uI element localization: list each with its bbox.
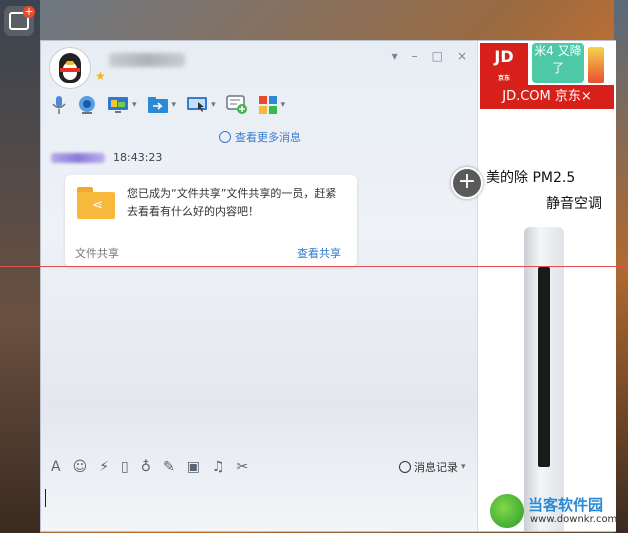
watermark-title: 当客软件园 [528, 496, 604, 514]
ad-subheadline: 静音空调 [546, 196, 602, 212]
card-message: 您已成为“文件共享”文件共享的一员，赶紧去看看有什么好的内容吧！ [127, 187, 337, 218]
add-icon: + [23, 5, 35, 18]
site-logo-icon [490, 494, 524, 528]
font-icon[interactable]: A [51, 459, 61, 475]
voice-message-icon[interactable]: ♁ [141, 459, 151, 475]
message-history-label: 消息记录 [414, 461, 458, 474]
jd-banner-bar: JD.COM 京东× [480, 85, 614, 109]
avatar[interactable] [49, 47, 91, 89]
phone-image [588, 47, 604, 83]
app-launcher-icon[interactable]: + [4, 5, 35, 36]
jd-logo: JD 京东 [480, 43, 528, 85]
message-sender-row: 18:43:23 [51, 151, 162, 164]
file-share-card[interactable]: ⋖ 您已成为“文件共享”文件共享的一员，赶紧去看看有什么好的内容吧！ 文件共享 … [65, 175, 357, 267]
ad-headline: 美的除 PM2.5 [486, 170, 576, 186]
text-cursor [45, 489, 46, 507]
message-input[interactable] [41, 481, 477, 531]
clock-icon [399, 461, 411, 473]
star-icon: ★ [95, 69, 106, 83]
chat-header: ★ ▾ – □ × ▾ ▾ ▾ ▾ [41, 41, 477, 131]
guide-line [0, 266, 628, 267]
mi4-promo: 米4 又降了 [532, 43, 584, 83]
microphone-icon [52, 96, 66, 114]
voice-call-button[interactable] [51, 95, 67, 115]
camera-icon [79, 96, 95, 114]
close-button[interactable]: × [457, 49, 467, 63]
edit-icon[interactable]: ✎ [163, 459, 175, 475]
minimize-button[interactable]: – [412, 49, 418, 63]
air-conditioner-image [524, 227, 564, 531]
chevron-down-icon: ▾ [132, 100, 137, 110]
create-group-button[interactable] [225, 95, 248, 115]
shake-icon[interactable]: ▯ [121, 459, 129, 475]
ad-banner[interactable]: JD 京东 米4 又降了 JD.COM 京东× [478, 41, 616, 121]
video-call-button[interactable] [77, 95, 97, 115]
emoji-icon[interactable]: ☺ [73, 459, 88, 475]
scissors-icon[interactable]: ✂ [237, 459, 249, 475]
file-transfer-button[interactable]: ▾ [147, 96, 177, 114]
apps-button[interactable]: ▾ [258, 95, 286, 115]
clock-icon [219, 131, 231, 143]
chat-area: ★ ▾ – □ × ▾ ▾ ▾ ▾ 查看更多消息 18:43:23 ⋖ 您已成为… [41, 41, 477, 531]
message-history-button[interactable]: 消息记录 ▾ [399, 459, 466, 475]
image-icon[interactable]: ▣ [187, 459, 200, 475]
shared-folder-icon: ⋖ [77, 187, 115, 219]
chevron-down-icon: ▾ [211, 100, 216, 110]
folder-transfer-icon [147, 97, 168, 113]
menu-dropdown-button[interactable]: ▾ [392, 49, 398, 63]
site-watermark: 当客软件园 www.downkr.com [490, 490, 628, 533]
watermark-url: www.downkr.com [530, 514, 618, 525]
view-share-link[interactable]: 查看共享 [297, 245, 341, 261]
maximize-button[interactable]: □ [432, 49, 443, 63]
view-more-messages-label: 查看更多消息 [235, 131, 301, 144]
apps-grid-icon [258, 96, 277, 114]
qq-chat-window: ★ ▾ – □ × ▾ ▾ ▾ ▾ 查看更多消息 18:43:23 ⋖ 您已成为… [40, 40, 616, 532]
advertisement-panel[interactable]: JD 京东 米4 又降了 JD.COM 京东× 美的除 PM2.5 静音空调 [477, 41, 616, 531]
chat-add-icon [225, 95, 247, 114]
music-icon[interactable]: ♫ [212, 459, 225, 475]
screen-share-button[interactable]: ▾ [107, 96, 137, 114]
magic-wand-icon[interactable]: ⚡ [99, 459, 109, 475]
chevron-down-icon: ▾ [280, 100, 286, 110]
remote-desktop-icon [187, 97, 208, 112]
message-timestamp: 18:43:23 [113, 151, 163, 164]
sender-name-blurred [51, 152, 105, 163]
chat-toolbar: ▾ ▾ ▾ ▾ [51, 95, 285, 115]
view-more-messages-link[interactable]: 查看更多消息 [219, 129, 301, 145]
chevron-down-icon: ▾ [171, 100, 177, 110]
card-source-label: 文件共享 [75, 247, 119, 260]
contact-name-blurred [109, 53, 185, 67]
chevron-down-icon: ▾ [461, 462, 466, 472]
add-button[interactable]: + [451, 167, 483, 199]
screen-share-icon [108, 97, 128, 113]
remote-desktop-button[interactable]: ▾ [186, 96, 216, 114]
window-controls: ▾ – □ × [392, 49, 467, 63]
